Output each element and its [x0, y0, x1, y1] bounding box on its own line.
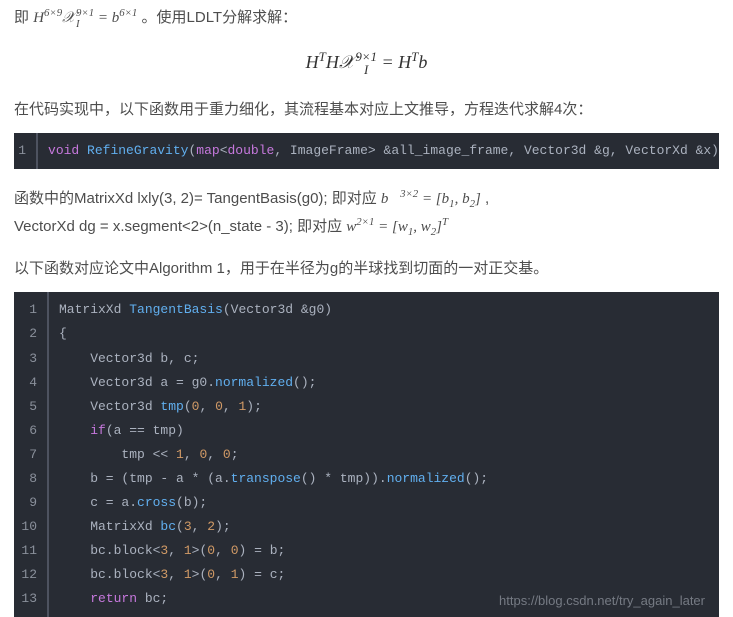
code-line: MatrixXd bc(3, 2); — [48, 515, 719, 539]
article-body: 即 H6×9𝒳9×1I = b6×1 。使用LDLT分解求解： HTH𝒳9×1I… — [0, 4, 733, 617]
line-number: 1 — [14, 292, 48, 322]
para-matrix-desc: 函数中的MatrixXd lxly(3, 2)= TangentBasis(g0… — [14, 185, 719, 241]
code-line: c = a.cross(b); — [48, 491, 719, 515]
p3b-eq: w2×1 = [w1, w2]T — [346, 219, 448, 235]
code-block-2: 1MatrixXd TangentBasis(Vector3d &g0)2{3 … — [14, 292, 719, 617]
code-line: { — [48, 322, 719, 346]
line-number: 10 — [14, 515, 48, 539]
code-line: MatrixXd TangentBasis(Vector3d &g0) — [48, 292, 719, 322]
line-number: 1 — [14, 133, 37, 169]
line-number: 6 — [14, 419, 48, 443]
code-line: if(a == tmp) — [48, 419, 719, 443]
p3a-suffix: , — [485, 190, 489, 207]
line-number: 9 — [14, 491, 48, 515]
line-number: 12 — [14, 563, 48, 587]
para-eq-intro: 即 H6×9𝒳9×1I = b6×1 。使用LDLT分解求解： — [14, 4, 719, 32]
para-code-intro: 在代码实现中，以下函数用于重力细化，其流程基本对应上文推导，方程迭代求解4次： — [14, 96, 719, 123]
line-number: 4 — [14, 371, 48, 395]
p1-inline-eq: H6×9𝒳9×1I = b6×1 — [33, 10, 137, 26]
line-number: 3 — [14, 347, 48, 371]
code-line: bc.block<3, 1>(0, 1) = c; — [48, 563, 719, 587]
line-number: 8 — [14, 467, 48, 491]
line-number: 7 — [14, 443, 48, 467]
line-number: 11 — [14, 539, 48, 563]
code-line: void RefineGravity(map<double, ImageFram… — [37, 133, 719, 169]
code-block-1: 1 void RefineGravity(map<double, ImageFr… — [14, 133, 719, 169]
code-line: Vector3d b, c; — [48, 347, 719, 371]
code-line: Vector3d tmp(0, 0, 1); — [48, 395, 719, 419]
line-number: 5 — [14, 395, 48, 419]
p1-prefix: 即 — [14, 9, 29, 26]
p1-suffix: 。使用LDLT分解求解： — [142, 9, 298, 26]
line-number: 2 — [14, 322, 48, 346]
code-line: tmp << 1, 0, 0; — [48, 443, 719, 467]
eq-block: HTH𝒳9×1I = HTb — [14, 46, 719, 78]
code-line: b = (tmp - a * (a.transpose() * tmp)).no… — [48, 467, 719, 491]
code-line: Vector3d a = g0.normalized(); — [48, 371, 719, 395]
para-algorithm-desc: 以下函数对应论文中Algorithm 1，用于在半径为g的半球找到切面的一对正交… — [14, 255, 719, 282]
p3a-eq: b⃗3×2 = [b1, b2] — [381, 191, 481, 207]
p3b-text: VectorXd dg = x.segment<2>(n_state - 3);… — [14, 218, 342, 235]
p3a-text: 函数中的MatrixXd lxly(3, 2)= TangentBasis(g0… — [14, 190, 377, 207]
code-line: bc.block<3, 1>(0, 0) = b; — [48, 539, 719, 563]
